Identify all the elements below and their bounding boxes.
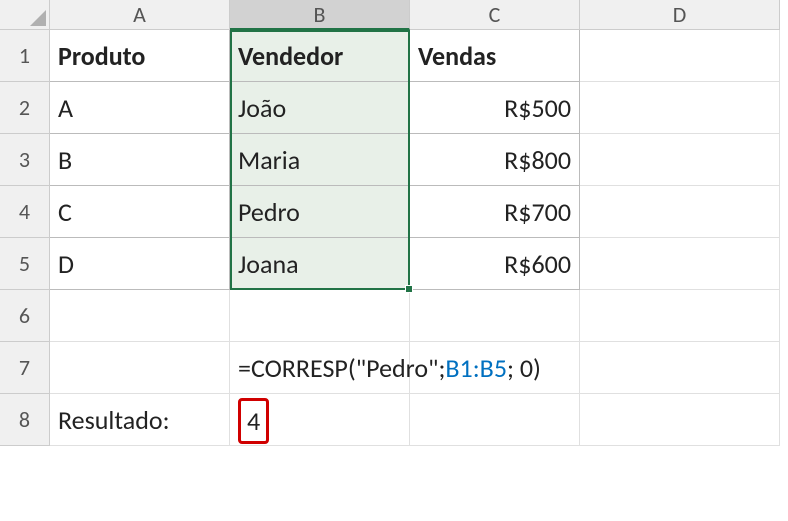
col-header-c[interactable]: C — [410, 0, 580, 30]
cell-c6[interactable] — [410, 290, 580, 342]
cell-d2[interactable] — [580, 82, 780, 134]
cell-c4[interactable]: R$700 — [410, 186, 580, 238]
row-header-2[interactable]: 2 — [0, 82, 50, 134]
formula-prefix: =CORRESP("Pedro"; — [238, 352, 445, 384]
row-header-8[interactable]: 8 — [0, 394, 50, 446]
cell-b6[interactable] — [230, 290, 410, 342]
cell-b2[interactable]: João — [230, 82, 410, 134]
spreadsheet-grid[interactable]: A B C D 1 Produto Vendedor Vendas 2 A Jo… — [0, 0, 788, 446]
row-header-1[interactable]: 1 — [0, 30, 50, 82]
row-header-3[interactable]: 3 — [0, 134, 50, 186]
cell-b7[interactable]: =CORRESP("Pedro";B1:B5; 0) — [230, 342, 410, 394]
cell-b5[interactable]: Joana — [230, 238, 410, 290]
cell-d7[interactable] — [580, 342, 780, 394]
col-header-a[interactable]: A — [50, 0, 230, 30]
cell-d5[interactable] — [580, 238, 780, 290]
cell-d8[interactable] — [580, 394, 780, 446]
cell-b3[interactable]: Maria — [230, 134, 410, 186]
cell-a2[interactable]: A — [50, 82, 230, 134]
cell-a6[interactable] — [50, 290, 230, 342]
formula-text: =CORRESP("Pedro";B1:B5; 0) — [238, 342, 541, 394]
cell-a7[interactable] — [50, 342, 230, 394]
col-header-b[interactable]: B — [230, 0, 410, 30]
row-header-4[interactable]: 4 — [0, 186, 50, 238]
cell-c8[interactable] — [410, 394, 580, 446]
cell-b4[interactable]: Pedro — [230, 186, 410, 238]
selection-handle[interactable] — [405, 285, 413, 293]
cell-b1[interactable]: Vendedor — [230, 30, 410, 82]
cell-c5[interactable]: R$600 — [410, 238, 580, 290]
formula-ref: B1:B5 — [445, 352, 507, 384]
cell-a1[interactable]: Produto — [50, 30, 230, 82]
cell-a5[interactable]: D — [50, 238, 230, 290]
cell-a8[interactable]: Resultado: — [50, 394, 230, 446]
select-all-corner[interactable] — [0, 0, 50, 30]
cell-b8[interactable]: 4 — [230, 394, 410, 446]
row-header-7[interactable]: 7 — [0, 342, 50, 394]
cell-c2[interactable]: R$500 — [410, 82, 580, 134]
cell-d6[interactable] — [580, 290, 780, 342]
row-header-6[interactable]: 6 — [0, 290, 50, 342]
result-highlight: 4 — [238, 398, 269, 444]
cell-c3[interactable]: R$800 — [410, 134, 580, 186]
cell-d3[interactable] — [580, 134, 780, 186]
cell-d4[interactable] — [580, 186, 780, 238]
col-header-d[interactable]: D — [580, 0, 780, 30]
formula-suffix: ; 0) — [507, 352, 541, 384]
cell-c1[interactable]: Vendas — [410, 30, 580, 82]
cell-a4[interactable]: C — [50, 186, 230, 238]
cell-a3[interactable]: B — [50, 134, 230, 186]
row-header-5[interactable]: 5 — [0, 238, 50, 290]
cell-d1[interactable] — [580, 30, 780, 82]
